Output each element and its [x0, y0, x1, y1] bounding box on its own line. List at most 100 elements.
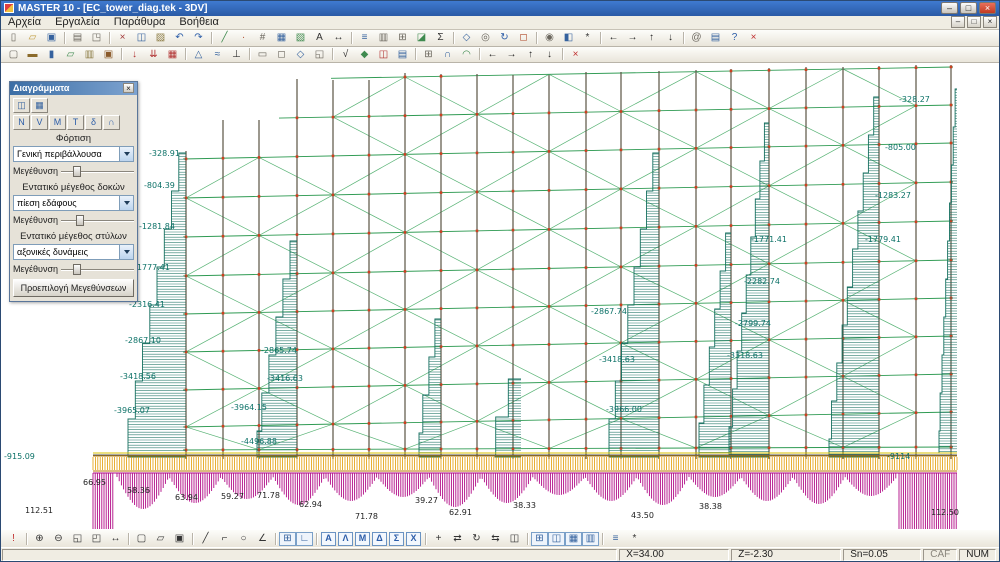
mail-icon[interactable]: @: [687, 31, 706, 45]
calculate-icon[interactable]: √: [336, 47, 355, 61]
wall-icon[interactable]: ▥: [80, 47, 99, 61]
move-down-icon[interactable]: ↓: [661, 31, 680, 45]
refresh-icon[interactable]: ↻: [495, 31, 514, 45]
redo-icon[interactable]: ↷: [189, 31, 208, 45]
surface-icon[interactable]: ▧: [291, 31, 310, 45]
zoom-region-icon[interactable]: ◱: [310, 47, 329, 61]
select-icon[interactable]: ▢: [4, 47, 23, 61]
paste-icon[interactable]: ▨: [151, 31, 170, 45]
axial-force-icon[interactable]: N: [13, 115, 30, 130]
select-fence-icon[interactable]: ▱: [151, 532, 170, 546]
tables-icon[interactable]: ⊞: [393, 31, 412, 45]
level-down-icon[interactable]: ↓: [540, 47, 559, 61]
draw-polyline-icon[interactable]: ⌐: [215, 532, 234, 546]
column-combobox[interactable]: αξονικές δυνάμεις: [13, 244, 134, 260]
level-up-icon[interactable]: ↑: [521, 47, 540, 61]
mdi-minimize-button[interactable]: –: [951, 16, 965, 28]
menu-archeia[interactable]: Αρχεία: [1, 15, 48, 29]
view-3d-icon[interactable]: ◇: [457, 31, 476, 45]
loading-magnify-slider[interactable]: [61, 165, 134, 178]
grid-icon[interactable]: #: [253, 31, 272, 45]
new-file-icon[interactable]: ▯: [4, 31, 23, 45]
slider-thumb[interactable]: [76, 215, 84, 226]
copy-icon[interactable]: ◫: [132, 31, 151, 45]
view-grid-4-icon[interactable]: ▥: [582, 532, 599, 546]
shear-force-icon[interactable]: V: [31, 115, 48, 130]
zoom-in-icon[interactable]: ⊕: [30, 532, 49, 546]
view-grid-3-icon[interactable]: ▦: [565, 532, 582, 546]
loading-combobox[interactable]: Γενική περιβάλλουσα: [13, 146, 134, 162]
close-button[interactable]: ×: [979, 2, 996, 14]
menu-ergaleia[interactable]: Εργαλεία: [48, 15, 107, 29]
diagrams-icon[interactable]: ◫: [374, 47, 393, 61]
select-all-icon[interactable]: ▣: [170, 532, 189, 546]
results-icon[interactable]: ◆: [355, 47, 374, 61]
prev-view-icon[interactable]: ←: [483, 47, 502, 61]
menu-parathyra[interactable]: Παράθυρα: [107, 15, 173, 29]
beam-icon[interactable]: ▬: [23, 47, 42, 61]
report-icon[interactable]: ▤: [393, 47, 412, 61]
next-view-icon[interactable]: →: [502, 47, 521, 61]
line-load-icon[interactable]: ⇊: [144, 47, 163, 61]
ortho-toggle-icon[interactable]: ∟: [296, 532, 313, 546]
mode-delta-icon[interactable]: Δ: [372, 532, 387, 546]
moment-icon[interactable]: M: [49, 115, 66, 130]
zoom-extents-icon[interactable]: ◰: [87, 532, 106, 546]
drawing-canvas[interactable]: -328.91-804.39-1281.84-1777.41-2316.41-2…: [1, 63, 999, 529]
options-icon[interactable]: *: [578, 31, 597, 45]
settings-icon[interactable]: *: [625, 532, 644, 546]
open-file-icon[interactable]: ▱: [23, 31, 42, 45]
measure-angle-icon[interactable]: ∠: [253, 532, 272, 546]
move-tool-icon[interactable]: ⇄: [448, 532, 467, 546]
snapshot-icon[interactable]: ◉: [540, 31, 559, 45]
column-magnify-slider[interactable]: [61, 263, 134, 276]
print-report-icon[interactable]: ▤: [706, 31, 725, 45]
draw-line-icon[interactable]: ╱: [196, 532, 215, 546]
mirror-tool-icon[interactable]: ⇆: [486, 532, 505, 546]
view-grid-1-icon[interactable]: ⊞: [531, 532, 548, 546]
move-left-icon[interactable]: ←: [604, 31, 623, 45]
rotate-tool-icon[interactable]: ↻: [467, 532, 486, 546]
properties-icon[interactable]: ▥: [374, 31, 393, 45]
erase-icon[interactable]: ◻: [514, 31, 533, 45]
zoom-window-icon[interactable]: ◱: [68, 532, 87, 546]
footing-icon[interactable]: ▣: [99, 47, 118, 61]
layer-manager-icon[interactable]: ≡: [606, 532, 625, 546]
move-right-icon[interactable]: →: [623, 31, 642, 45]
point-load-icon[interactable]: ↓: [125, 47, 144, 61]
draw-member-icon[interactable]: ╱: [215, 31, 234, 45]
column-icon[interactable]: ▮: [42, 47, 61, 61]
maximize-button[interactable]: □: [960, 2, 977, 14]
view-iso-icon[interactable]: ◇: [291, 47, 310, 61]
cut-icon[interactable]: ×: [113, 31, 132, 45]
menu-boitheia[interactable]: Βοήθεια: [172, 15, 225, 29]
view-top-icon[interactable]: ▭: [253, 47, 272, 61]
palette-toggle-icon[interactable]: ◧: [559, 31, 578, 45]
dimension-icon[interactable]: ↔: [329, 31, 348, 45]
view-front-icon[interactable]: ◻: [272, 47, 291, 61]
table-mode-icon[interactable]: ▦: [31, 98, 48, 113]
diagram-mode-icon[interactable]: ◫: [13, 98, 30, 113]
beam-combobox[interactable]: πίεση εδάφους: [13, 195, 134, 211]
spring-icon[interactable]: ≈: [208, 47, 227, 61]
mode-lambda-icon[interactable]: Λ: [338, 532, 353, 546]
envelope-icon[interactable]: ∩: [103, 115, 120, 130]
mode-sigma-icon[interactable]: Σ: [389, 532, 404, 546]
combo-dropdown-arrow-icon[interactable]: [119, 147, 133, 161]
view-grid-2-icon[interactable]: ◫: [548, 532, 565, 546]
deformation-icon[interactable]: δ: [85, 115, 102, 130]
mode-a-icon[interactable]: A: [321, 532, 336, 546]
palette-titlebar[interactable]: Διαγράμματα ×: [10, 82, 137, 95]
area-load-icon[interactable]: ▦: [163, 47, 182, 61]
beam-magnify-slider[interactable]: [61, 214, 134, 227]
slab-icon[interactable]: ▱: [61, 47, 80, 61]
palette-close-icon[interactable]: ×: [123, 83, 134, 93]
redraw-icon[interactable]: !: [4, 532, 23, 546]
minimize-button[interactable]: –: [941, 2, 958, 14]
mdi-close-button[interactable]: ×: [983, 16, 997, 28]
support-icon[interactable]: △: [189, 47, 208, 61]
slider-thumb[interactable]: [73, 166, 81, 177]
exit-icon[interactable]: ×: [744, 31, 763, 45]
titlebar[interactable]: MASTER 10 - [EC_tower_diag.tek - 3DV] – …: [1, 1, 999, 16]
move-up-icon[interactable]: ↑: [642, 31, 661, 45]
